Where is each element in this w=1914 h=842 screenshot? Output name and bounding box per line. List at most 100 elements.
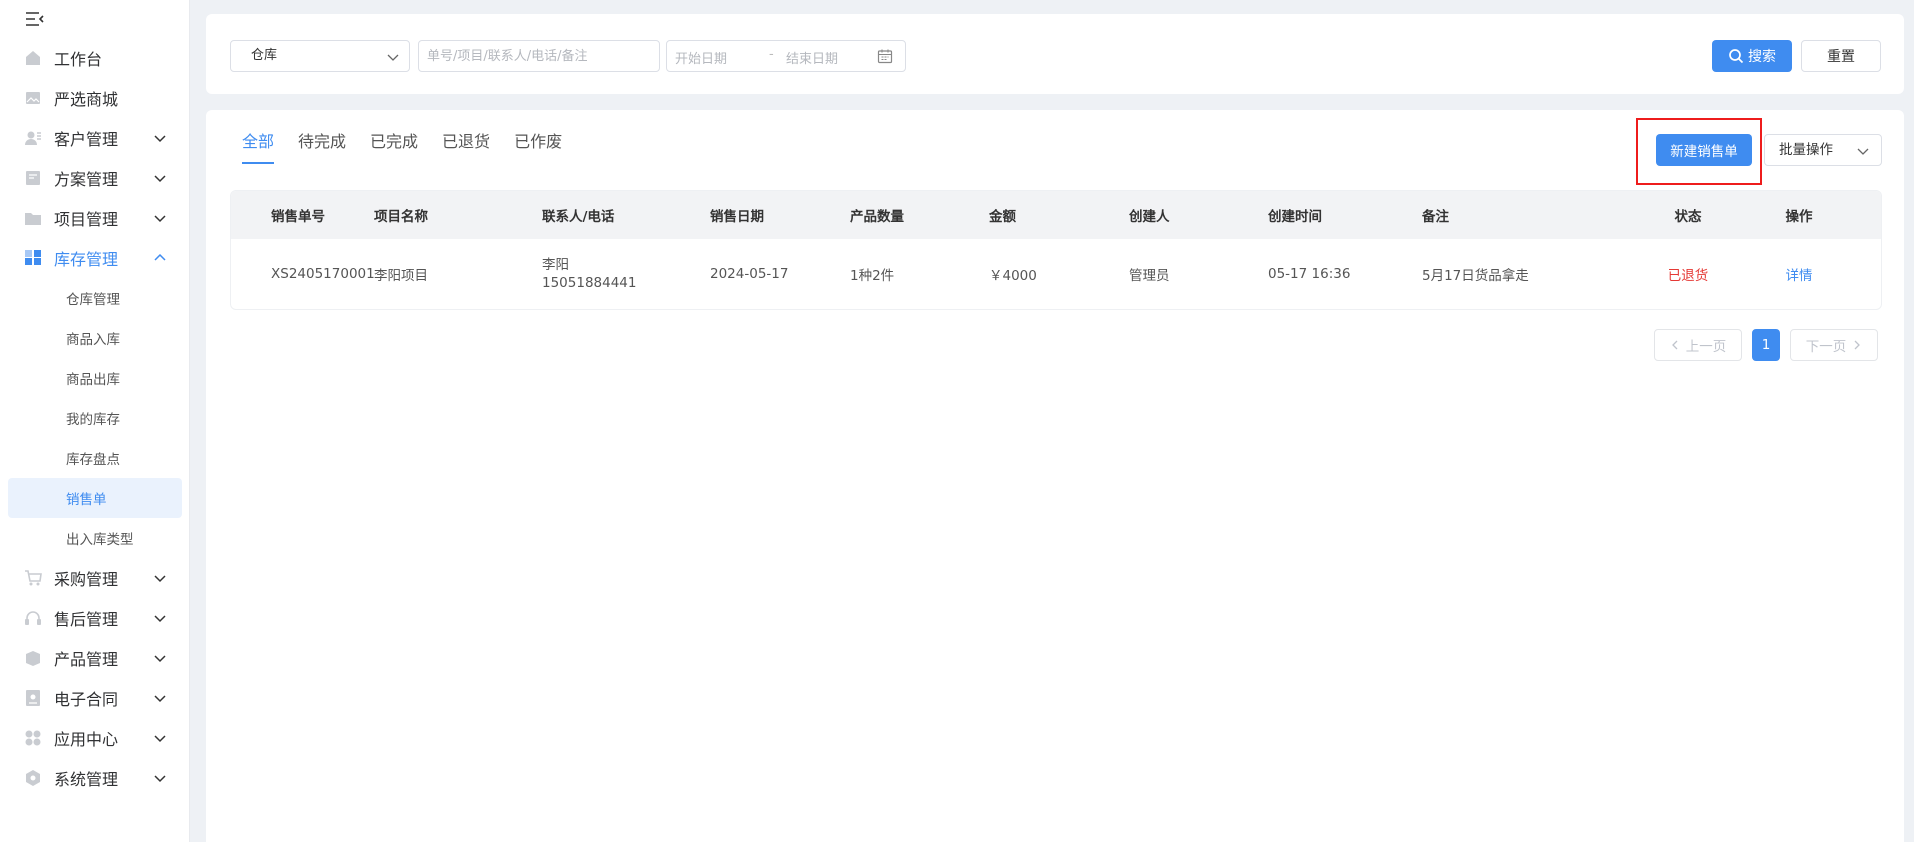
warehouse-select-value: 仓库 [251, 48, 278, 63]
chevron-down-icon [154, 695, 166, 703]
home-icon [24, 49, 42, 67]
cell-remark: 5月17日货品拿走 [1422, 268, 1529, 284]
new-sales-order-label: 新建销售单 [1670, 144, 1738, 160]
sidebar-item-apps[interactable]: 应用中心 [0, 718, 190, 758]
table-header: 销售单号 项目名称 联系人/电话 销售日期 产品数量 金额 创建人 创建时间 备… [231, 191, 1881, 239]
status-badge: 已退货 [1667, 268, 1709, 284]
sidebar-item-label: 方案管理 [54, 170, 119, 189]
sidebar-item-label: 客户管理 [54, 130, 119, 149]
sidebar-item-workbench[interactable]: 工作台 [0, 38, 190, 78]
sidebar-subitem-stocktake[interactable]: 库存盘点 [0, 438, 190, 478]
sidebar-subitem-stock-in[interactable]: 商品入库 [0, 318, 190, 358]
main-panel: 全部 待完成 已完成 已退货 已作废 新建销售单 批量操作 销售单号 项目名称 … [206, 110, 1904, 842]
next-page-button[interactable]: 下一页 [1790, 329, 1878, 361]
search-panel: 仓库 开始日期 - 结束日期 搜索 重置 [206, 14, 1904, 94]
search-button-label: 搜索 [1748, 49, 1776, 65]
cart-icon [24, 569, 42, 587]
chevron-down-icon [387, 54, 399, 61]
sidebar-item-inventory[interactable]: 库存管理 [0, 238, 190, 278]
tab-pending[interactable]: 待完成 [298, 130, 346, 166]
folder-icon [24, 209, 42, 227]
page-number-current[interactable]: 1 [1752, 329, 1780, 361]
sidebar-item-system[interactable]: 系统管理 [0, 758, 190, 798]
sidebar-item-label: 系统管理 [54, 770, 119, 789]
tab-voided[interactable]: 已作废 [514, 130, 562, 166]
header-creator: 创建人 [1129, 209, 1170, 225]
sidebar-item-plan[interactable]: 方案管理 [0, 158, 190, 198]
sidebar-item-label: 库存管理 [54, 250, 119, 269]
chevron-up-icon [154, 253, 166, 261]
cell-order-no: XS2405170001 [271, 266, 375, 282]
sidebar-subitem-stock-out[interactable]: 商品出库 [0, 358, 190, 398]
sidebar-subitem-sales-order[interactable]: 销售单 [8, 478, 182, 518]
cell-contact-phone: 15051884441 [542, 275, 637, 291]
sidebar-item-product[interactable]: 产品管理 [0, 638, 190, 678]
sidebar-item-purchase[interactable]: 采购管理 [0, 558, 190, 598]
date-range-picker[interactable]: 开始日期 - 结束日期 [666, 40, 906, 72]
chevron-down-icon [154, 735, 166, 743]
chevron-down-icon [154, 575, 166, 583]
prev-page-button[interactable]: 上一页 [1654, 329, 1742, 361]
header-status: 状态 [1674, 209, 1702, 225]
customer-icon [24, 129, 42, 147]
cell-amount: ￥4000 [989, 268, 1037, 284]
image-icon [24, 89, 42, 107]
chevron-left-icon [1671, 340, 1678, 350]
chevron-down-icon [154, 135, 166, 143]
chevron-down-icon [154, 775, 166, 783]
chevron-down-icon [154, 175, 166, 183]
tab-all[interactable]: 全部 [242, 130, 275, 166]
cell-creator: 管理员 [1129, 268, 1170, 284]
settings-icon [24, 769, 42, 787]
sidebar-item-mall[interactable]: 严选商城 [0, 78, 190, 118]
sidebar-item-label: 产品管理 [54, 650, 119, 669]
status-tabs: 全部 待完成 已完成 已退货 已作废 [242, 130, 586, 166]
tab-completed[interactable]: 已完成 [370, 130, 418, 166]
sales-order-table: 销售单号 项目名称 联系人/电话 销售日期 产品数量 金额 创建人 创建时间 备… [230, 190, 1882, 310]
header-sale-date: 销售日期 [710, 209, 764, 225]
document-icon [24, 169, 42, 187]
header-order-no: 销售单号 [271, 209, 325, 225]
header-action: 操作 [1785, 209, 1813, 225]
reset-button-label: 重置 [1827, 49, 1855, 65]
sidebar-item-aftersales[interactable]: 售后管理 [0, 598, 190, 638]
cell-quantity: 1种2件 [850, 268, 895, 284]
search-icon [1729, 49, 1744, 64]
sidebar-item-customer[interactable]: 客户管理 [0, 118, 190, 158]
new-sales-order-button[interactable]: 新建销售单 [1656, 134, 1752, 166]
date-separator: - [769, 47, 774, 62]
warehouse-select[interactable]: 仓库 [230, 40, 410, 72]
batch-actions-label: 批量操作 [1779, 142, 1833, 158]
menu-collapse-icon[interactable] [24, 10, 46, 28]
sidebar-item-label: 售后管理 [54, 610, 119, 629]
cell-contact: 李阳 15051884441 [542, 256, 710, 292]
calendar-icon [877, 49, 893, 64]
start-date-placeholder: 开始日期 [675, 52, 728, 67]
sidebar-item-project[interactable]: 项目管理 [0, 198, 190, 238]
sidebar-item-label: 严选商城 [54, 90, 119, 109]
reset-button[interactable]: 重置 [1801, 40, 1881, 72]
search-button[interactable]: 搜索 [1712, 40, 1792, 72]
header-created-at: 创建时间 [1268, 209, 1322, 225]
sidebar-item-label: 采购管理 [54, 570, 119, 589]
batch-actions-dropdown[interactable]: 批量操作 [1764, 134, 1882, 166]
cell-created-at: 05-17 16:36 [1268, 266, 1351, 282]
sidebar-item-contract[interactable]: 电子合同 [0, 678, 190, 718]
headset-icon [24, 609, 42, 627]
pagination: 上一页 1 下一页 [1654, 329, 1878, 361]
box-icon [24, 649, 42, 667]
sidebar-subitem-my-stock[interactable]: 我的库存 [0, 398, 190, 438]
sidebar-subitem-io-type[interactable]: 出入库类型 [0, 518, 190, 558]
detail-link[interactable]: 详情 [1755, 264, 1843, 284]
sidebar-subitem-warehouse[interactable]: 仓库管理 [0, 278, 190, 318]
chevron-right-icon [1854, 340, 1861, 350]
apps-icon [24, 729, 42, 747]
tab-returned[interactable]: 已退货 [442, 130, 490, 166]
sidebar-nav: 工作台 严选商城 客户管理 方案管理 项目管理 库存管理 仓库管理 商品入库 商 [0, 38, 190, 798]
end-date-placeholder: 结束日期 [786, 52, 839, 67]
contract-icon [24, 689, 42, 707]
keyword-search-input[interactable] [418, 40, 660, 72]
header-project: 项目名称 [374, 209, 428, 225]
header-amount: 金额 [989, 209, 1016, 225]
cell-contact-name: 李阳 [542, 257, 569, 273]
